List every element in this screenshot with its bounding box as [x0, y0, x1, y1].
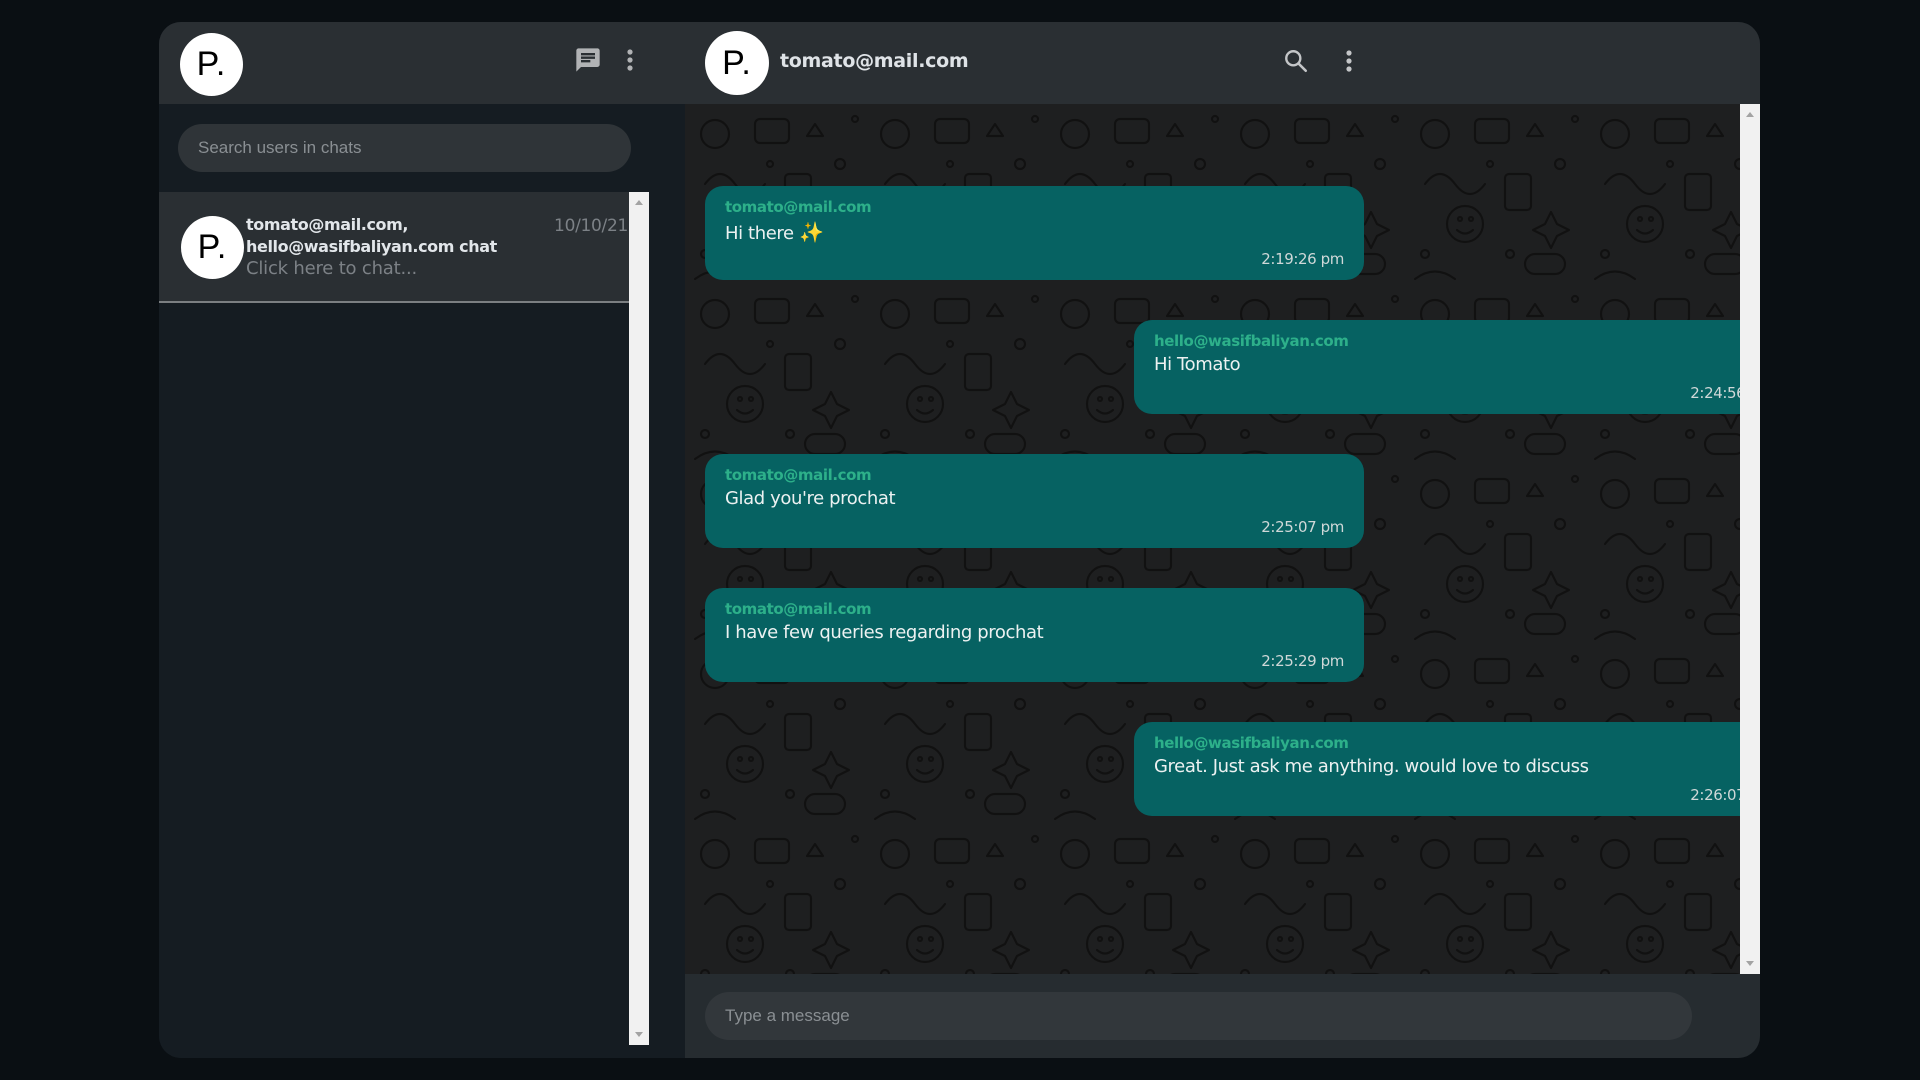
sidebar-scrollbar[interactable] — [629, 192, 649, 1045]
message-time: 2:19:26 pm — [1261, 250, 1344, 268]
chat-item-date: 10/10/21 — [554, 216, 628, 236]
message-time: 2:25:29 pm — [1261, 652, 1344, 670]
message-bubble: tomato@mail.com Glad you're prochat 2:25… — [705, 454, 1364, 548]
message-bubble: hello@wasifbaliyan.com Great. Just ask m… — [1134, 722, 1740, 816]
scroll-up-arrow-icon[interactable] — [635, 200, 643, 205]
chat-header: P. tomato@mail.com — [685, 22, 1760, 104]
search-users-input[interactable] — [178, 124, 631, 172]
message-text: I have few queries regarding prochat — [725, 622, 1044, 643]
more-vertical-icon — [1346, 50, 1352, 72]
chat-bubble-icon — [576, 48, 600, 72]
chat-list-item[interactable]: P. tomato@mail.com, hello@wasifbaliyan.c… — [159, 192, 649, 303]
chat-item-name-line1: tomato@mail.com, — [246, 215, 409, 234]
message-time: 2:25:07 pm — [1261, 518, 1344, 536]
message-text: Great. Just ask me anything. would love … — [1154, 756, 1589, 777]
message-bubble: tomato@mail.com Hi there ✨ 2:19:26 pm — [705, 186, 1364, 280]
chat-item-title: tomato@mail.com, hello@wasifbaliyan.com … — [246, 214, 497, 258]
search-icon — [1285, 50, 1308, 73]
message-text: Glad you're prochat — [725, 488, 896, 509]
message-sender: hello@wasifbaliyan.com — [1154, 332, 1349, 350]
chat-app-window: P. P. tomato@mail.com, — [159, 22, 1760, 1058]
sidebar-menu-button[interactable] — [620, 44, 640, 76]
user-avatar[interactable]: P. — [180, 33, 243, 96]
message-sender: tomato@mail.com — [725, 198, 872, 216]
message-time: 2:24:56 pm — [1690, 384, 1740, 402]
message-sender: tomato@mail.com — [725, 600, 872, 618]
chat-menu-button[interactable] — [1339, 44, 1359, 78]
scroll-down-arrow-icon[interactable] — [1746, 961, 1754, 966]
message-sender: hello@wasifbaliyan.com — [1154, 734, 1349, 752]
message-input[interactable] — [705, 992, 1692, 1040]
contact-avatar[interactable]: P. — [705, 31, 769, 95]
message-text-content: Hi there — [725, 223, 794, 244]
messages-area: tomato@mail.com Hi there ✨ 2:19:26 pm he… — [685, 104, 1740, 974]
message-text: Hi Tomato — [1154, 354, 1241, 375]
message-sender: tomato@mail.com — [725, 466, 872, 484]
search-chat-button[interactable] — [1279, 44, 1313, 78]
scroll-down-arrow-icon[interactable] — [635, 1032, 643, 1037]
message-bubble: hello@wasifbaliyan.com Hi Tomato 2:24:56… — [1134, 320, 1740, 414]
chat-list: P. tomato@mail.com, hello@wasifbaliyan.c… — [159, 192, 649, 1045]
chat-item-preview: Click here to chat... — [246, 258, 418, 279]
new-chat-button[interactable] — [572, 44, 604, 76]
chat-item-name-line2: hello@wasifbaliyan.com chat — [246, 237, 497, 256]
more-vertical-icon — [627, 49, 633, 71]
message-text: Hi there ✨ — [725, 220, 824, 244]
search-section — [159, 104, 685, 192]
sparkles-emoji-icon: ✨ — [799, 220, 824, 244]
scroll-up-arrow-icon[interactable] — [1746, 112, 1754, 117]
chat-panel: P. tomato@mail.com tomato@mail.com Hi th… — [685, 22, 1760, 1058]
message-composer — [685, 974, 1760, 1058]
sidebar: P. P. tomato@mail.com, — [159, 22, 685, 1058]
messages-scrollbar[interactable] — [1740, 104, 1760, 974]
sidebar-header: P. — [159, 22, 685, 104]
chat-title: tomato@mail.com — [780, 50, 969, 72]
message-bubble: tomato@mail.com I have few queries regar… — [705, 588, 1364, 682]
chat-item-avatar: P. — [181, 216, 244, 279]
message-time: 2:26:07 pm — [1690, 786, 1740, 804]
